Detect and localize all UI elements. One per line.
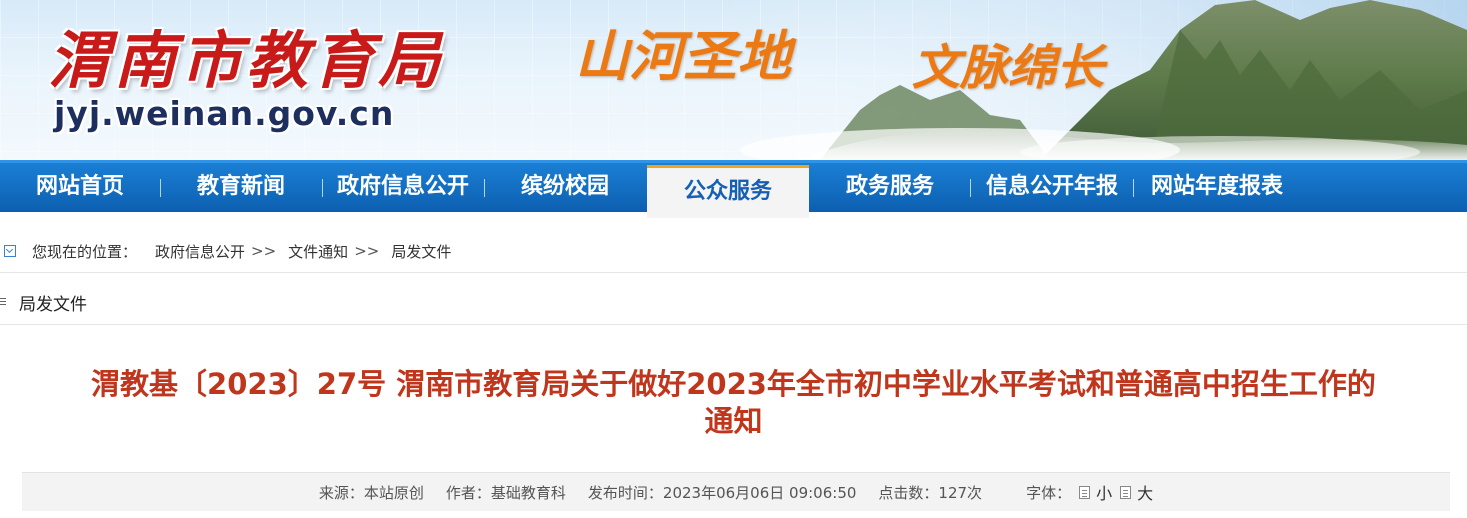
- site-title: 渭南市教育局: [48, 24, 445, 97]
- nav-item-campus[interactable]: 缤纷校园: [485, 163, 645, 212]
- meta-source: 来源：本站原创: [318, 483, 424, 502]
- font-small-button[interactable]: 小: [1071, 480, 1112, 504]
- meta-font-label: 字体：: [1026, 483, 1072, 502]
- slogan-part1: 山河圣地: [575, 24, 791, 88]
- article-title-line1: 渭教基〔2023〕27号 渭南市教育局关于做好2023年全市初中学业水平考试和普…: [91, 367, 1376, 401]
- section-title: 局发文件: [19, 294, 87, 315]
- font-small-label: 小: [1096, 484, 1113, 503]
- nav-item-public-service[interactable]: 公众服务: [647, 165, 809, 218]
- list-icon: [0, 298, 6, 306]
- nav-item-home[interactable]: 网站首页: [0, 163, 160, 212]
- site-domain: jyj.weinan.gov.cn: [54, 94, 395, 133]
- nav-item-education-news[interactable]: 教育新闻: [161, 163, 321, 212]
- article-meta-bar: 来源：本站原创 作者：基础教育科 发布时间：2023年06月06日 09:06:…: [22, 472, 1450, 511]
- section-header: 局发文件: [0, 280, 1467, 325]
- meta-clicks: 点击数：127次: [878, 483, 983, 502]
- breadcrumb-separator: >>: [251, 242, 277, 260]
- article-title: 渭教基〔2023〕27号 渭南市教育局关于做好2023年全市初中学业水平考试和普…: [10, 366, 1457, 440]
- font-large-button[interactable]: 大: [1112, 480, 1153, 504]
- slogan-part2: 文脉绵长: [912, 40, 1105, 96]
- font-large-label: 大: [1137, 484, 1154, 503]
- nav-item-gov-info[interactable]: 政府信息公开: [323, 163, 483, 212]
- header-banner: 渭南市教育局 jyj.weinan.gov.cn 山河圣地 文脉绵长: [0, 0, 1467, 160]
- meta-author: 作者：基础教育科: [445, 483, 566, 502]
- nav-item-gov-service[interactable]: 政务服务: [810, 163, 970, 212]
- breadcrumb-link-notices[interactable]: 文件通知: [288, 241, 348, 262]
- main-nav: 网站首页 教育新闻 政府信息公开 缤纷校园 公众服务 政务服务 信息公开年报 网…: [0, 160, 1467, 218]
- breadcrumb-link-bureau-docs[interactable]: 局发文件: [391, 241, 451, 262]
- breadcrumb: 您现在的位置： 政府信息公开 >> 文件通知 >> 局发文件: [0, 230, 1467, 273]
- nav-item-annual-report[interactable]: 信息公开年报: [971, 163, 1133, 212]
- breadcrumb-prefix: 您现在的位置：: [32, 242, 138, 261]
- document-icon: [1120, 485, 1132, 499]
- document-icon: [1079, 485, 1091, 499]
- meta-published: 发布时间：2023年06月06日 09:06:50: [587, 483, 857, 502]
- location-icon: [4, 245, 16, 257]
- breadcrumb-link-gov-info[interactable]: 政府信息公开: [155, 241, 245, 262]
- breadcrumb-separator: >>: [354, 242, 380, 260]
- article-title-line2: 通知: [704, 404, 763, 438]
- nav-item-site-report[interactable]: 网站年度报表: [1134, 163, 1300, 212]
